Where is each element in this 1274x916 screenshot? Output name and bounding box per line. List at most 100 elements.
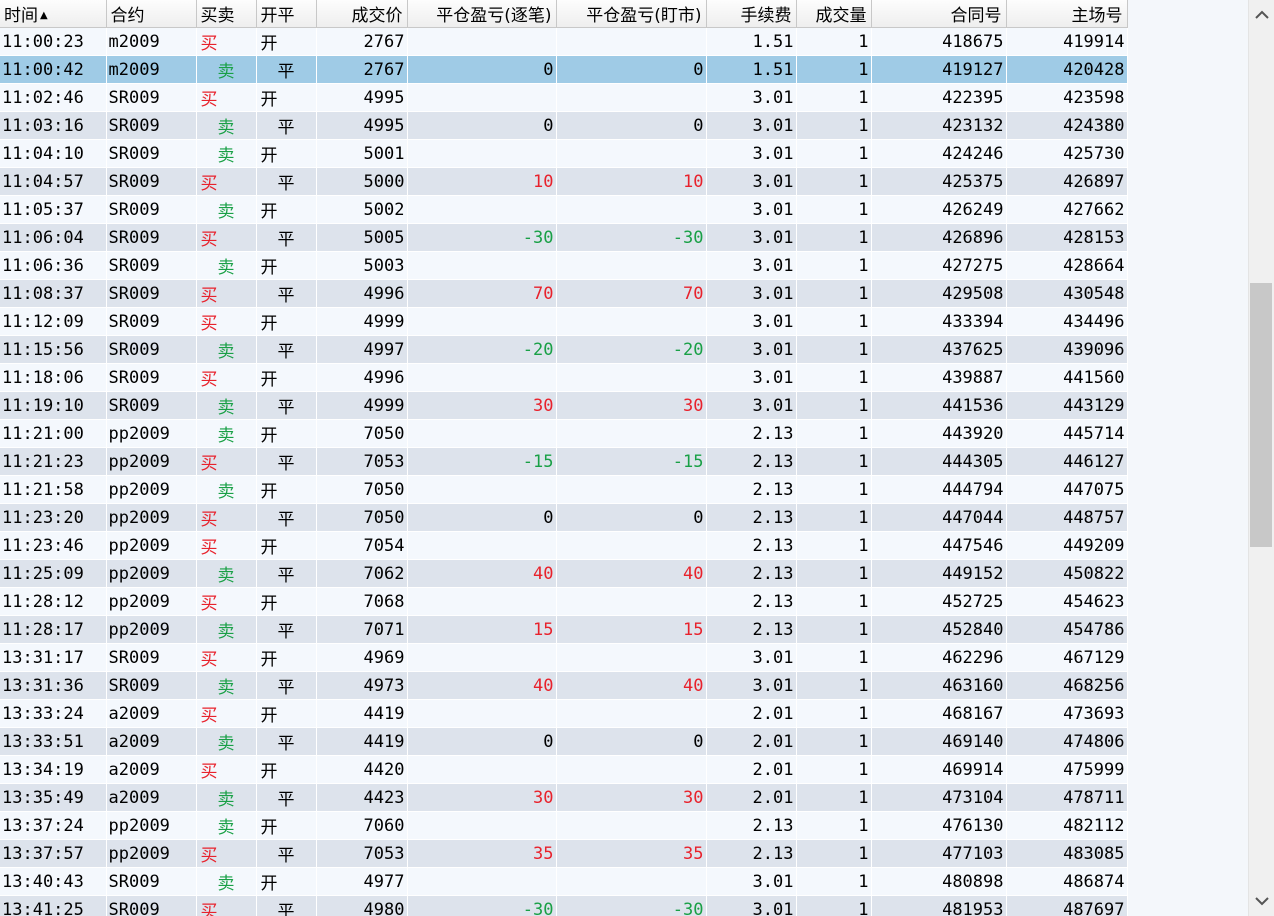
table-row[interactable]: 11:19:10 SR009 卖平 4999 30 30 3.01 1 441536 443129 xyxy=(0,391,1128,420)
vertical-scrollbar[interactable] xyxy=(1248,0,1274,916)
contract-number-cell: 433394 xyxy=(871,307,1007,336)
column-header-close-pnl-trade[interactable]: 平仓盈亏(逐笔) xyxy=(407,0,557,28)
exchange-number-cell: 486874 xyxy=(1006,867,1128,896)
price-cell: 5005 xyxy=(316,223,408,252)
table-row[interactable]: 13:33:51 a2009 卖平 4419 0 0 2.01 1 469140 474806 xyxy=(0,727,1128,756)
volume-cell: 1 xyxy=(796,587,872,616)
pnl-trade-cell: -15 xyxy=(407,447,557,476)
direction-cell: 买 xyxy=(196,223,257,252)
direction-cell: 买 xyxy=(196,699,257,728)
volume-cell: 1 xyxy=(796,195,872,224)
contract-cell: pp2009 xyxy=(106,615,197,644)
table-row[interactable]: 11:04:57 SR009 买平 5000 10 10 3.01 1 425375 426897 xyxy=(0,167,1128,196)
exchange-number-cell: 434496 xyxy=(1006,307,1128,336)
pnl-trade-cell: 0 xyxy=(407,111,557,140)
table-row[interactable]: 11:21:58 pp2009 卖开 7050 2.13 1 444794 447075 xyxy=(0,475,1128,504)
table-row[interactable]: 13:35:49 a2009 卖平 4423 30 30 2.01 1 473104 478711 xyxy=(0,783,1128,812)
contract-cell: pp2009 xyxy=(106,587,197,616)
contract-number-cell: 441536 xyxy=(871,391,1007,420)
table-row[interactable]: 13:31:36 SR009 卖平 4973 40 40 3.01 1 463160 468256 xyxy=(0,671,1128,700)
table-row[interactable]: 11:23:20 pp2009 买平 7050 0 0 2.13 1 447044 448757 xyxy=(0,503,1128,532)
open-close-cell: 开 xyxy=(256,475,317,504)
open-close-cell: 开 xyxy=(256,27,317,56)
table-row[interactable]: 11:21:00 pp2009 卖开 7050 2.13 1 443920 445714 xyxy=(0,419,1128,448)
table-row[interactable]: 11:25:09 pp2009 卖平 7062 40 40 2.13 1 449152 45082… xyxy=(0,559,1128,588)
pnl-mark-cell: 35 xyxy=(556,839,707,868)
table-row[interactable]: 11:06:04 SR009 买平 5005 -30 -30 3.01 1 426896 4281… xyxy=(0,223,1128,252)
time-cell: 11:00:23 xyxy=(0,27,107,56)
commission-cell: 2.13 xyxy=(706,587,797,616)
table-row[interactable]: 11:02:46 SR009 买开 4995 3.01 1 422395 423598 xyxy=(0,83,1128,112)
table-row[interactable]: 11:00:42 m2009 卖平 2767 0 0 1.51 1 419127 420428 xyxy=(0,55,1128,84)
column-header-contract-number[interactable]: 合同号 xyxy=(871,0,1007,28)
pnl-trade-cell xyxy=(407,867,557,896)
pnl-mark-cell xyxy=(556,867,707,896)
pnl-trade-cell xyxy=(407,811,557,840)
volume-cell: 1 xyxy=(796,307,872,336)
pnl-mark-cell: -30 xyxy=(556,895,707,916)
direction-cell: 卖 xyxy=(196,783,257,812)
contract-number-cell: 452725 xyxy=(871,587,1007,616)
pnl-mark-cell: 30 xyxy=(556,783,707,812)
table-row[interactable]: 11:05:37 SR009 卖开 5002 3.01 1 426249 427662 xyxy=(0,195,1128,224)
column-header-exchange-number[interactable]: 主场号 xyxy=(1006,0,1128,28)
table-row[interactable]: 13:34:19 a2009 买开 4420 2.01 1 469914 475999 xyxy=(0,755,1128,784)
contract-cell: SR009 xyxy=(106,671,197,700)
pnl-mark-cell: 0 xyxy=(556,111,707,140)
open-close-cell: 平 xyxy=(256,895,317,916)
contract-cell: pp2009 xyxy=(106,447,197,476)
table-row[interactable]: 11:28:12 pp2009 买开 7068 2.13 1 452725 454623 xyxy=(0,587,1128,616)
volume-cell: 1 xyxy=(796,867,872,896)
pnl-mark-cell xyxy=(556,195,707,224)
contract-cell: SR009 xyxy=(106,307,197,336)
pnl-trade-cell xyxy=(407,363,557,392)
table-row[interactable]: 13:37:24 pp2009 卖开 7060 2.13 1 476130 482112 xyxy=(0,811,1128,840)
table-row[interactable]: 11:06:36 SR009 卖开 5003 3.01 1 427275 428664 xyxy=(0,251,1128,280)
column-header-contract[interactable]: 合约 xyxy=(106,0,197,28)
column-header-close-pnl-mark[interactable]: 平仓盈亏(盯市) xyxy=(556,0,707,28)
table-row[interactable]: 11:04:10 SR009 卖开 5001 3.01 1 424246 425730 xyxy=(0,139,1128,168)
table-row[interactable]: 13:40:43 SR009 卖开 4977 3.01 1 480898 486874 xyxy=(0,867,1128,896)
column-header-commission[interactable]: 手续费 xyxy=(706,0,797,28)
trade-records-grid[interactable]: 时间 ▲ 合约 买卖 开平 成交价 平仓盈亏(逐笔) 平仓盈亏(盯市) 手续费 成… xyxy=(0,0,1248,916)
contract-cell: pp2009 xyxy=(106,839,197,868)
chevron-down-icon[interactable] xyxy=(1249,886,1274,916)
column-header-direction[interactable]: 买卖 xyxy=(196,0,257,28)
volume-cell: 1 xyxy=(796,503,872,532)
chevron-up-icon[interactable] xyxy=(1249,0,1274,30)
volume-cell: 1 xyxy=(796,363,872,392)
exchange-number-cell: 450822 xyxy=(1006,559,1128,588)
table-row[interactable]: 11:12:09 SR009 买开 4999 3.01 1 433394 434496 xyxy=(0,307,1128,336)
commission-cell: 3.01 xyxy=(706,251,797,280)
column-header-time[interactable]: 时间 ▲ xyxy=(0,0,107,28)
table-row[interactable]: 13:37:57 pp2009 买平 7053 35 35 2.13 1 477103 48308… xyxy=(0,839,1128,868)
contract-number-cell: 447044 xyxy=(871,503,1007,532)
commission-cell: 2.01 xyxy=(706,755,797,784)
table-row[interactable]: 13:31:17 SR009 买开 4969 3.01 1 462296 467129 xyxy=(0,643,1128,672)
pnl-trade-cell xyxy=(407,419,557,448)
table-row[interactable]: 13:33:24 a2009 买开 4419 2.01 1 468167 473693 xyxy=(0,699,1128,728)
exchange-number-cell: 447075 xyxy=(1006,475,1128,504)
open-close-cell: 开 xyxy=(256,83,317,112)
direction-cell: 买 xyxy=(196,643,257,672)
direction-cell: 买 xyxy=(196,587,257,616)
table-row[interactable]: 11:21:23 pp2009 买平 7053 -15 -15 2.13 1 444305 446… xyxy=(0,447,1128,476)
exchange-number-cell: 419914 xyxy=(1006,27,1128,56)
column-header-open-close[interactable]: 开平 xyxy=(256,0,317,28)
direction-cell: 卖 xyxy=(196,139,257,168)
table-row[interactable]: 11:08:37 SR009 买平 4996 70 70 3.01 1 429508 430548 xyxy=(0,279,1128,308)
scrollbar-thumb[interactable] xyxy=(1250,283,1272,547)
open-close-cell: 平 xyxy=(256,671,317,700)
table-row[interactable]: 11:23:46 pp2009 买开 7054 2.13 1 447546 449209 xyxy=(0,531,1128,560)
table-row[interactable]: 11:03:16 SR009 卖平 4995 0 0 3.01 1 423132 424380 xyxy=(0,111,1128,140)
table-row[interactable]: 11:18:06 SR009 买开 4996 3.01 1 439887 441560 xyxy=(0,363,1128,392)
contract-number-cell: 449152 xyxy=(871,559,1007,588)
table-row[interactable]: 11:00:23 m2009 买开 2767 1.51 1 418675 419914 xyxy=(0,27,1128,56)
table-row[interactable]: 13:41:25 SR009 买平 4980 -30 -30 3.01 1 481953 4876… xyxy=(0,895,1128,916)
pnl-trade-cell: 0 xyxy=(407,727,557,756)
column-header-price[interactable]: 成交价 xyxy=(316,0,408,28)
table-row[interactable]: 11:15:56 SR009 卖平 4997 -20 -20 3.01 1 437625 4390… xyxy=(0,335,1128,364)
table-row[interactable]: 11:28:17 pp2009 卖平 7071 15 15 2.13 1 452840 45478… xyxy=(0,615,1128,644)
pnl-trade-cell xyxy=(407,755,557,784)
column-header-volume[interactable]: 成交量 xyxy=(796,0,872,28)
